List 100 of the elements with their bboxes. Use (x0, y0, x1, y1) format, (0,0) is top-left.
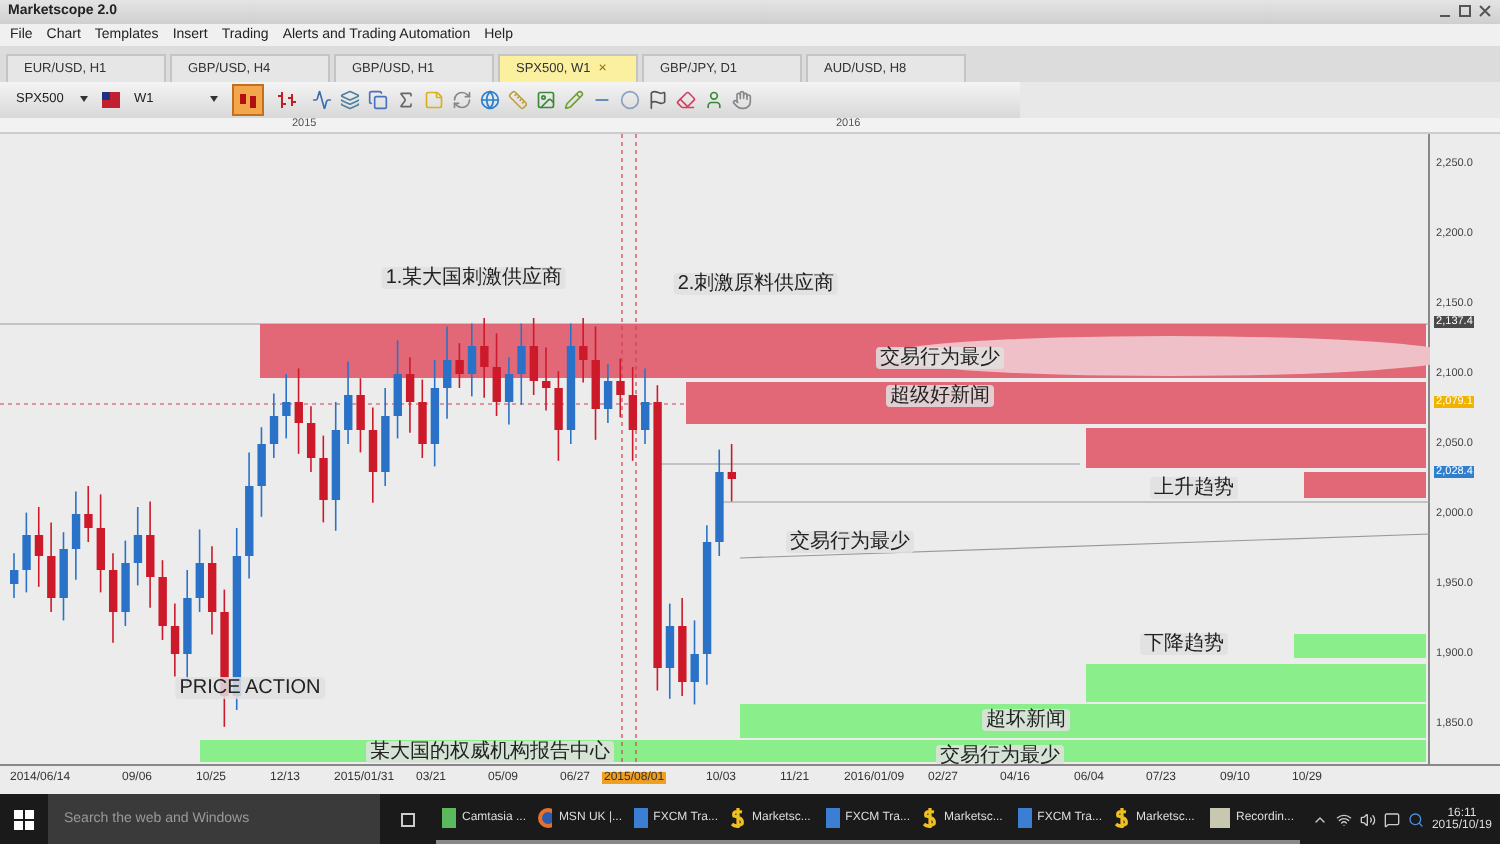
candlestick (34, 506, 44, 589)
candlestick (579, 317, 588, 384)
layers-icon[interactable] (340, 89, 360, 110)
supply-zone (1304, 472, 1426, 499)
candlestick (59, 532, 68, 622)
flag-icon[interactable] (648, 89, 668, 110)
chart-annotation: 2.刺激原料供应商 (673, 273, 839, 296)
candlestick (47, 522, 56, 614)
zone-label: 交易行为最少 (936, 745, 1064, 768)
candlestick (455, 343, 464, 390)
flag-icon[interactable] (102, 91, 120, 108)
candlestick (282, 373, 291, 440)
candlestick (628, 366, 638, 463)
candlestick (715, 449, 724, 558)
candlestick-icon (238, 89, 258, 110)
close-icon[interactable] (1478, 4, 1492, 19)
task-view-icon[interactable] (398, 811, 418, 827)
candlestick (207, 546, 217, 636)
candlestick (269, 393, 279, 460)
dollar-icon (730, 807, 746, 827)
candlestick (344, 361, 353, 446)
candlestick (542, 347, 551, 412)
candlestick (554, 371, 563, 463)
refresh-icon[interactable] (452, 89, 472, 110)
candlestick (22, 512, 31, 594)
zone-label: 交易行为最少 (876, 347, 1004, 370)
candlestick (158, 560, 167, 642)
candlestick (430, 359, 440, 468)
candlestick (591, 326, 600, 442)
candlestick (319, 435, 328, 524)
app-icon (1210, 807, 1230, 827)
app-icon (1018, 807, 1032, 827)
candlestick (146, 501, 155, 610)
candlestick (616, 358, 625, 419)
search-icon[interactable] (1407, 811, 1424, 827)
candlestick (257, 427, 266, 519)
candlestick (306, 406, 316, 474)
candlestick (690, 620, 699, 706)
candlestick (170, 603, 180, 678)
candlestick (443, 326, 452, 421)
chart-annotation: 上升趋势 (1150, 477, 1238, 500)
candlestick (10, 553, 19, 600)
candlestick (393, 340, 402, 440)
notification-icon[interactable] (1383, 811, 1400, 827)
hand-icon[interactable] (732, 89, 752, 110)
app-icon (634, 807, 648, 827)
app-icon (442, 807, 456, 827)
zone-label: 超坏新闻 (982, 709, 1070, 732)
user-icon[interactable] (704, 89, 724, 110)
demand-zone (1294, 634, 1426, 659)
candlestick (294, 368, 303, 456)
dollar-icon (922, 807, 938, 827)
globe-icon[interactable] (480, 89, 500, 110)
chart-annotation: 1.某大国刺激供应商 (381, 267, 567, 290)
speaker-icon[interactable] (1359, 811, 1376, 827)
chart-annotation: 下降趋势 (1140, 633, 1228, 656)
chart-annotation: 某大国的权威机构报告中心 (366, 741, 614, 764)
eraser-icon[interactable] (676, 89, 696, 110)
candlestick (467, 323, 477, 398)
globe-icon (538, 807, 553, 827)
candlestick (71, 491, 81, 582)
indicator-icon[interactable] (312, 89, 332, 110)
chart-type-button[interactable] (232, 83, 264, 116)
candlestick (84, 485, 93, 544)
candlestick (331, 401, 341, 533)
candlestick (727, 443, 737, 503)
candlestick (405, 357, 415, 435)
sigma-icon[interactable] (396, 89, 416, 110)
pencil-icon[interactable] (564, 89, 584, 110)
candlestick (418, 379, 427, 460)
candlestick (492, 333, 501, 418)
candlestick (195, 529, 204, 614)
windows-logo-icon (14, 809, 34, 829)
chart-annotation: 交易行为最少 (786, 531, 914, 554)
chart-annotation: PRICE ACTION (175, 677, 325, 700)
candlestick (356, 378, 365, 454)
candlestick (381, 387, 390, 488)
dollar-icon (1114, 807, 1130, 827)
maximize-icon[interactable] (1458, 4, 1472, 19)
candlestick (517, 323, 526, 407)
candlestick (245, 452, 254, 580)
candlestick (603, 364, 613, 425)
candlestick (529, 317, 539, 397)
candlestick (566, 323, 576, 446)
candlestick (96, 494, 105, 594)
candlestick (368, 407, 378, 505)
copy-icon[interactable] (368, 89, 388, 110)
app-icon (826, 807, 840, 827)
network-icon[interactable] (1335, 811, 1352, 827)
zone-label: 超级好新闻 (886, 385, 994, 408)
bar-chart-icon (278, 89, 298, 110)
image-icon[interactable] (536, 89, 556, 110)
candlestick (109, 553, 118, 645)
candlestick (641, 368, 650, 446)
candlestick (133, 506, 143, 587)
candlestick (665, 603, 675, 701)
candlestick (480, 317, 489, 400)
candlestick (678, 597, 687, 698)
candlestick (121, 540, 130, 628)
candlestick (504, 357, 514, 426)
